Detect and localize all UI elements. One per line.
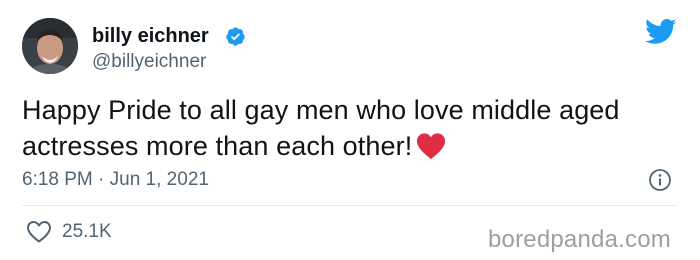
watermark: boredpanda.com: [488, 226, 671, 253]
verified-badge-icon: [226, 27, 245, 46]
tweet-timestamp[interactable]: 6:18 PM · Jun 1, 2021: [22, 169, 209, 191]
avatar[interactable]: [22, 18, 78, 74]
info-icon[interactable]: [648, 168, 672, 192]
display-name[interactable]: billy eichner: [92, 24, 209, 48]
tweet-text: Happy Pride to all gay men who love midd…: [22, 92, 682, 164]
like-count[interactable]: 25.1K: [62, 221, 112, 243]
heart-outline-icon[interactable]: [26, 220, 52, 244]
user-handle[interactable]: @billyeichner: [92, 51, 206, 73]
red-heart-emoji-icon: [417, 133, 446, 160]
twitter-bird-icon[interactable]: [645, 18, 677, 46]
divider: [22, 205, 678, 206]
tweet-card: billy eichner @billyeichner Happy Pride …: [0, 0, 700, 260]
tweet-body: Happy Pride to all gay men who love midd…: [22, 95, 620, 161]
